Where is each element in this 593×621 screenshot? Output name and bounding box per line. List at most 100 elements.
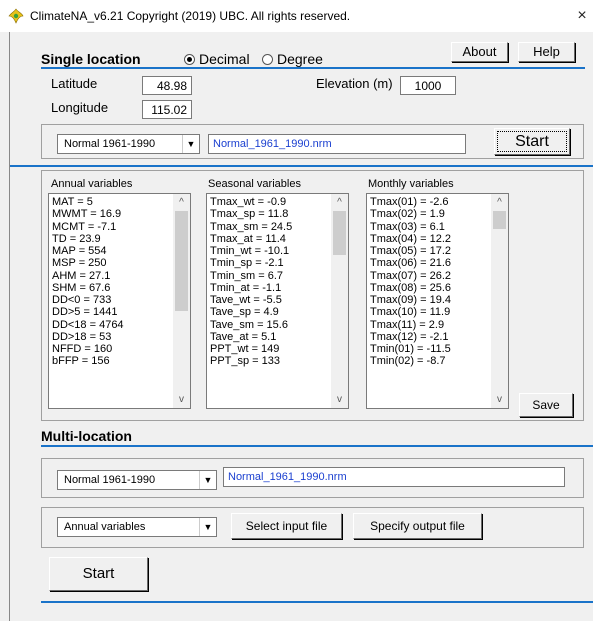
multi-normal-select-value: Normal 1961-1990: [64, 474, 156, 486]
annual-list-item[interactable]: MCMT = -7.1: [52, 221, 124, 233]
annual-list-item[interactable]: DD>18 = 53: [52, 331, 124, 343]
multi-vars-select[interactable]: Annual variables ▼: [57, 517, 217, 537]
multi-normal-file[interactable]: Normal_1961_1990.nrm: [223, 467, 565, 487]
monthly-list-item[interactable]: Tmax(01) = -2.6: [370, 196, 451, 208]
monthly-list-item[interactable]: Tmax(08) = 25.6: [370, 282, 451, 294]
monthly-list-item[interactable]: Tmax(10) = 11.9: [370, 306, 451, 318]
longitude-label: Longitude: [51, 100, 109, 115]
chevron-up-icon[interactable]: ^: [173, 194, 190, 211]
multi-start-button[interactable]: Start: [49, 557, 148, 591]
annual-list-item[interactable]: DD>5 = 1441: [52, 306, 124, 318]
monthly-list-item[interactable]: Tmax(09) = 19.4: [370, 294, 451, 306]
annual-list-item[interactable]: AHM = 27.1: [52, 270, 124, 282]
decimal-radio[interactable]: [184, 54, 195, 65]
multi-location-title: Multi-location: [41, 428, 132, 444]
monthly-variables-header: Monthly variables: [368, 178, 454, 190]
multi-normal-select[interactable]: Normal 1961-1990 ▼: [57, 470, 217, 490]
seasonal-scrollbar[interactable]: ^ v: [331, 194, 348, 408]
longitude-field[interactable]: 115.02: [142, 100, 192, 119]
single-location-title: Single location: [41, 51, 141, 67]
close-icon[interactable]: ×: [572, 6, 592, 26]
annual-list-item[interactable]: MAP = 554: [52, 245, 124, 257]
monthly-list-item[interactable]: Tmin(01) = -11.5: [370, 343, 451, 355]
elevation-label: Elevation (m): [316, 76, 393, 91]
annual-list-item[interactable]: DD<18 = 4764: [52, 319, 124, 331]
seasonal-list-item[interactable]: Tave_wt = -5.5: [210, 294, 292, 306]
annual-items: MAT = 5 MWMT = 16.9 MCMT = -7.1 TD = 23.9 MA…: [52, 196, 124, 368]
monthly-list-item[interactable]: Tmax(04) = 12.2: [370, 233, 451, 245]
single-normal-select-value: Normal 1961-1990: [64, 138, 156, 150]
seasonal-list-item[interactable]: Tave_at = 5.1: [210, 331, 292, 343]
seasonal-list-item[interactable]: Tmin_wt = -10.1: [210, 245, 292, 257]
monthly-scrollbar[interactable]: ^ v: [491, 194, 508, 408]
annual-variables-header: Annual variables: [51, 178, 133, 190]
annual-list-item[interactable]: NFFD = 160: [52, 343, 124, 355]
annual-list-item[interactable]: SHM = 67.6: [52, 282, 124, 294]
annual-list-item[interactable]: MAT = 5: [52, 196, 124, 208]
annual-list-item[interactable]: MWMT = 16.9: [52, 208, 124, 220]
scroll-thumb[interactable]: [493, 211, 506, 229]
single-section-rule: [41, 67, 585, 69]
multi-vars-select-value: Annual variables: [64, 521, 146, 533]
chevron-down-icon: ▼: [199, 471, 216, 489]
monthly-list-item[interactable]: Tmax(05) = 17.2: [370, 245, 451, 257]
seasonal-list-item[interactable]: Tave_sp = 4.9: [210, 306, 292, 318]
seasonal-list-item[interactable]: PPT_wt = 149: [210, 343, 292, 355]
chevron-up-icon[interactable]: ^: [331, 194, 348, 211]
bottom-rule: [41, 601, 593, 603]
seasonal-list-item[interactable]: Tmin_sm = 6.7: [210, 270, 292, 282]
seasonal-list-item[interactable]: Tmax_wt = -0.9: [210, 196, 292, 208]
seasonal-list-item[interactable]: Tmin_sp = -2.1: [210, 257, 292, 269]
latitude-label: Latitude: [51, 76, 98, 91]
degree-radio-label: Degree: [277, 51, 323, 67]
chevron-down-icon[interactable]: v: [331, 391, 348, 408]
seasonal-list-item[interactable]: Tmax_at = 11.4: [210, 233, 292, 245]
monthly-list-item[interactable]: Tmax(12) = -2.1: [370, 331, 451, 343]
latitude-field[interactable]: 48.98: [142, 76, 192, 95]
annual-list-item[interactable]: TD = 23.9: [52, 233, 124, 245]
seasonal-variables-header: Seasonal variables: [208, 178, 301, 190]
about-button[interactable]: About: [451, 42, 508, 62]
monthly-list-item[interactable]: Tmax(02) = 1.9: [370, 208, 451, 220]
scroll-thumb[interactable]: [333, 211, 346, 255]
monthly-list-item[interactable]: Tmin(02) = -8.7: [370, 355, 451, 367]
window-title: ClimateNA_v6.21 Copyright (2019) UBC. Al…: [30, 9, 351, 23]
scroll-thumb[interactable]: [175, 211, 188, 311]
seasonal-variables-list[interactable]: Tmax_wt = -0.9 Tmax_sp = 11.8 Tmax_sm = 24…: [206, 193, 349, 409]
monthly-list-item[interactable]: Tmax(07) = 26.2: [370, 270, 451, 282]
monthly-items: Tmax(01) = -2.6 Tmax(02) = 1.9 Tmax(03) = …: [370, 196, 451, 368]
seasonal-list-item[interactable]: PPT_sp = 133: [210, 355, 292, 367]
monthly-list-item[interactable]: Tmax(03) = 6.1: [370, 221, 451, 233]
window-border-left: [9, 32, 10, 621]
select-input-file-button[interactable]: Select input file: [231, 513, 342, 539]
single-start-button[interactable]: Start: [494, 128, 570, 155]
degree-radio[interactable]: [262, 54, 273, 65]
monthly-list-item[interactable]: Tmax(06) = 21.6: [370, 257, 451, 269]
annual-list-item[interactable]: MSP = 250: [52, 257, 124, 269]
single-normal-file[interactable]: Normal_1961_1990.nrm: [208, 134, 466, 154]
save-button[interactable]: Save: [519, 393, 573, 417]
multi-section-rule: [41, 445, 593, 447]
annual-scrollbar[interactable]: ^ v: [173, 194, 190, 408]
elevation-field[interactable]: 1000: [400, 76, 456, 95]
single-normal-select[interactable]: Normal 1961-1990 ▼: [57, 134, 200, 154]
seasonal-list-item[interactable]: Tmin_at = -1.1: [210, 282, 292, 294]
annual-list-item[interactable]: bFFP = 156: [52, 355, 124, 367]
chevron-down-icon: ▼: [182, 135, 199, 153]
seasonal-items: Tmax_wt = -0.9 Tmax_sp = 11.8 Tmax_sm = 24…: [210, 196, 292, 368]
seasonal-list-item[interactable]: Tmax_sp = 11.8: [210, 208, 292, 220]
annual-list-item[interactable]: DD<0 = 733: [52, 294, 124, 306]
mid-rule: [10, 165, 593, 167]
chevron-down-icon: ▼: [199, 518, 216, 536]
chevron-up-icon[interactable]: ^: [491, 194, 508, 211]
chevron-down-icon[interactable]: v: [491, 391, 508, 408]
monthly-variables-list[interactable]: Tmax(01) = -2.6 Tmax(02) = 1.9 Tmax(03) = …: [366, 193, 509, 409]
seasonal-list-item[interactable]: Tmax_sm = 24.5: [210, 221, 292, 233]
help-button[interactable]: Help: [518, 42, 575, 62]
chevron-down-icon[interactable]: v: [173, 391, 190, 408]
annual-variables-list[interactable]: MAT = 5 MWMT = 16.9 MCMT = -7.1 TD = 23.9 MA…: [48, 193, 191, 409]
decimal-radio-label: Decimal: [199, 51, 250, 67]
monthly-list-item[interactable]: Tmax(11) = 2.9: [370, 319, 451, 331]
specify-output-file-button[interactable]: Specify output file: [353, 513, 482, 539]
seasonal-list-item[interactable]: Tave_sm = 15.6: [210, 319, 292, 331]
